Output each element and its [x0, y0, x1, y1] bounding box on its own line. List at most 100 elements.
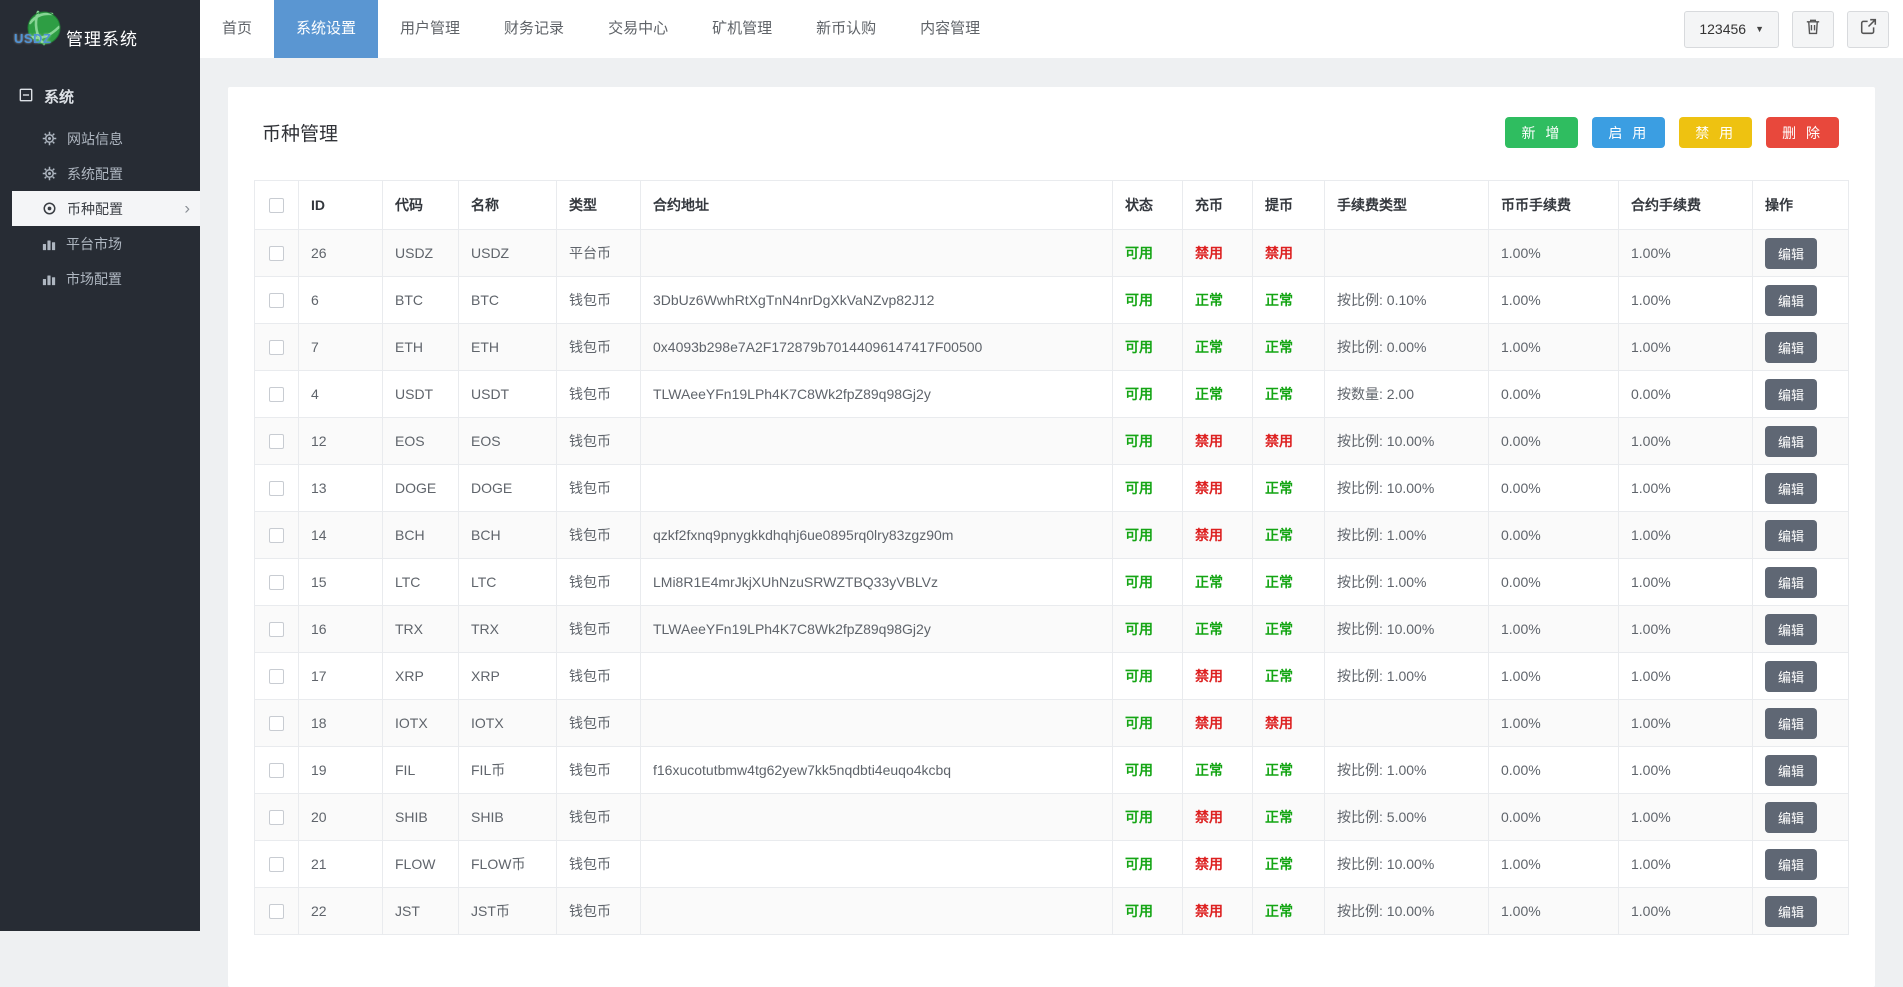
cell-type: 钱包币: [557, 418, 641, 465]
cell-actions: 编辑: [1753, 324, 1849, 371]
cell-contract: TLWAeeYFn19LPh4K7C8Wk2fpZ89q98Gj2y: [641, 371, 1113, 418]
edit-button[interactable]: 编辑: [1765, 896, 1817, 927]
edit-button[interactable]: 编辑: [1765, 567, 1817, 598]
col-header-8: 手续费类型: [1325, 181, 1489, 230]
cell-deposit: 正常: [1183, 371, 1253, 418]
cell-contract_fee: 1.00%: [1619, 559, 1753, 606]
cell-type: 平台币: [557, 230, 641, 277]
row-checkbox[interactable]: [269, 810, 284, 825]
cell-withdraw: 正常: [1253, 324, 1325, 371]
cell-status: 可用: [1113, 324, 1183, 371]
sidebar-section-system[interactable]: 系统: [0, 58, 200, 121]
brand-title: 管理系统: [66, 25, 138, 50]
cell-id: 21: [299, 841, 383, 888]
cell-id: 20: [299, 794, 383, 841]
nav-item-6[interactable]: 新币认购: [794, 0, 898, 58]
user-dropdown[interactable]: 123456 ▼: [1684, 11, 1779, 48]
sidebar-item-2[interactable]: 币种配置›: [12, 191, 200, 226]
cell-type: 钱包币: [557, 324, 641, 371]
edit-button[interactable]: 编辑: [1765, 332, 1817, 363]
row-checkbox[interactable]: [269, 528, 284, 543]
cell-deposit: 禁用: [1183, 512, 1253, 559]
cell-actions: 编辑: [1753, 371, 1849, 418]
row-checkbox[interactable]: [269, 246, 284, 261]
cell-status: 可用: [1113, 230, 1183, 277]
cell-name: JST币: [459, 888, 557, 935]
action-button-1[interactable]: 启 用: [1592, 117, 1665, 148]
row-checkbox[interactable]: [269, 434, 284, 449]
cell-name: BCH: [459, 512, 557, 559]
cell-type: 钱包币: [557, 512, 641, 559]
row-checkbox[interactable]: [269, 387, 284, 402]
action-button-3[interactable]: 删 除: [1766, 117, 1839, 148]
trash-button[interactable]: [1792, 11, 1834, 48]
row-checkbox[interactable]: [269, 763, 284, 778]
edit-button[interactable]: 编辑: [1765, 379, 1817, 410]
row-checkbox[interactable]: [269, 575, 284, 590]
cell-deposit: 禁用: [1183, 700, 1253, 747]
nav-item-7[interactable]: 内容管理: [898, 0, 1002, 58]
row-checkbox[interactable]: [269, 716, 284, 731]
edit-button[interactable]: 编辑: [1765, 473, 1817, 504]
row-checkbox[interactable]: [269, 481, 284, 496]
action-button-0[interactable]: 新 增: [1505, 117, 1578, 148]
row-checkbox[interactable]: [269, 622, 284, 637]
sidebar-item-0[interactable]: 网站信息›: [0, 121, 200, 156]
nav-item-5[interactable]: 矿机管理: [690, 0, 794, 58]
cell-coin_fee: 0.00%: [1489, 747, 1619, 794]
cell-contract: [641, 841, 1113, 888]
edit-button[interactable]: 编辑: [1765, 708, 1817, 739]
cell-fee_type: 按比例: 10.00%: [1325, 888, 1489, 935]
edit-button[interactable]: 编辑: [1765, 614, 1817, 645]
cell-id: 18: [299, 700, 383, 747]
edit-button[interactable]: 编辑: [1765, 426, 1817, 457]
table-row: 13DOGEDOGE钱包币可用禁用正常按比例: 10.00%0.00%1.00%…: [255, 465, 1849, 512]
cell-withdraw: 正常: [1253, 794, 1325, 841]
cell-coin_fee: 0.00%: [1489, 465, 1619, 512]
row-checkbox[interactable]: [269, 904, 284, 919]
coin-table: ID代码名称类型合约地址状态充币提币手续费类型币币手续费合约手续费操作 26US…: [254, 180, 1849, 935]
cell-contract: [641, 418, 1113, 465]
table-row: 7ETHETH钱包币0x4093b298e7A2F172879b70144096…: [255, 324, 1849, 371]
sidebar-item-3[interactable]: 平台市场›: [0, 226, 200, 261]
cell-coin_fee: 1.00%: [1489, 653, 1619, 700]
cell-contract: 3DbUz6WwhRtXgTnN4nrDgXkVaNZvp82J12: [641, 277, 1113, 324]
sidebar-section-label: 系统: [44, 86, 74, 107]
table-row: 26USDZUSDZ平台币可用禁用禁用1.00%1.00%编辑: [255, 230, 1849, 277]
select-all-checkbox[interactable]: [269, 198, 284, 213]
edit-button[interactable]: 编辑: [1765, 849, 1817, 880]
sidebar-item-4[interactable]: 市场配置›: [0, 261, 200, 296]
table-row: 17XRPXRP钱包币可用禁用正常按比例: 1.00%1.00%1.00%编辑: [255, 653, 1849, 700]
top-right-controls: 123456 ▼: [1684, 0, 1903, 58]
nav-item-2[interactable]: 用户管理: [378, 0, 482, 58]
nav-item-1[interactable]: 系统设置: [274, 0, 378, 58]
edit-button[interactable]: 编辑: [1765, 285, 1817, 316]
edit-button[interactable]: 编辑: [1765, 661, 1817, 692]
cell-coin_fee: 1.00%: [1489, 841, 1619, 888]
cell-fee_type: 按比例: 1.00%: [1325, 747, 1489, 794]
cell-code: FIL: [383, 747, 459, 794]
cell-deposit: 禁用: [1183, 465, 1253, 512]
row-checkbox[interactable]: [269, 340, 284, 355]
cell-contract: [641, 888, 1113, 935]
nav-item-0[interactable]: 首页: [200, 0, 274, 58]
row-checkbox[interactable]: [269, 857, 284, 872]
cell-type: 钱包币: [557, 841, 641, 888]
gear-icon: [42, 166, 57, 181]
logout-button[interactable]: [1847, 11, 1889, 48]
action-button-2[interactable]: 禁 用: [1679, 117, 1752, 148]
edit-button[interactable]: 编辑: [1765, 238, 1817, 269]
row-checkbox[interactable]: [269, 669, 284, 684]
cell-code: FLOW: [383, 841, 459, 888]
cell-withdraw: 正常: [1253, 277, 1325, 324]
edit-button[interactable]: 编辑: [1765, 755, 1817, 786]
edit-button[interactable]: 编辑: [1765, 802, 1817, 833]
cell-type: 钱包币: [557, 606, 641, 653]
sidebar-item-1[interactable]: 系统配置›: [0, 156, 200, 191]
nav-item-4[interactable]: 交易中心: [586, 0, 690, 58]
nav-item-3[interactable]: 财务记录: [482, 0, 586, 58]
row-checkbox[interactable]: [269, 293, 284, 308]
cell-withdraw: 正常: [1253, 559, 1325, 606]
cell-contract_fee: 1.00%: [1619, 418, 1753, 465]
edit-button[interactable]: 编辑: [1765, 520, 1817, 551]
